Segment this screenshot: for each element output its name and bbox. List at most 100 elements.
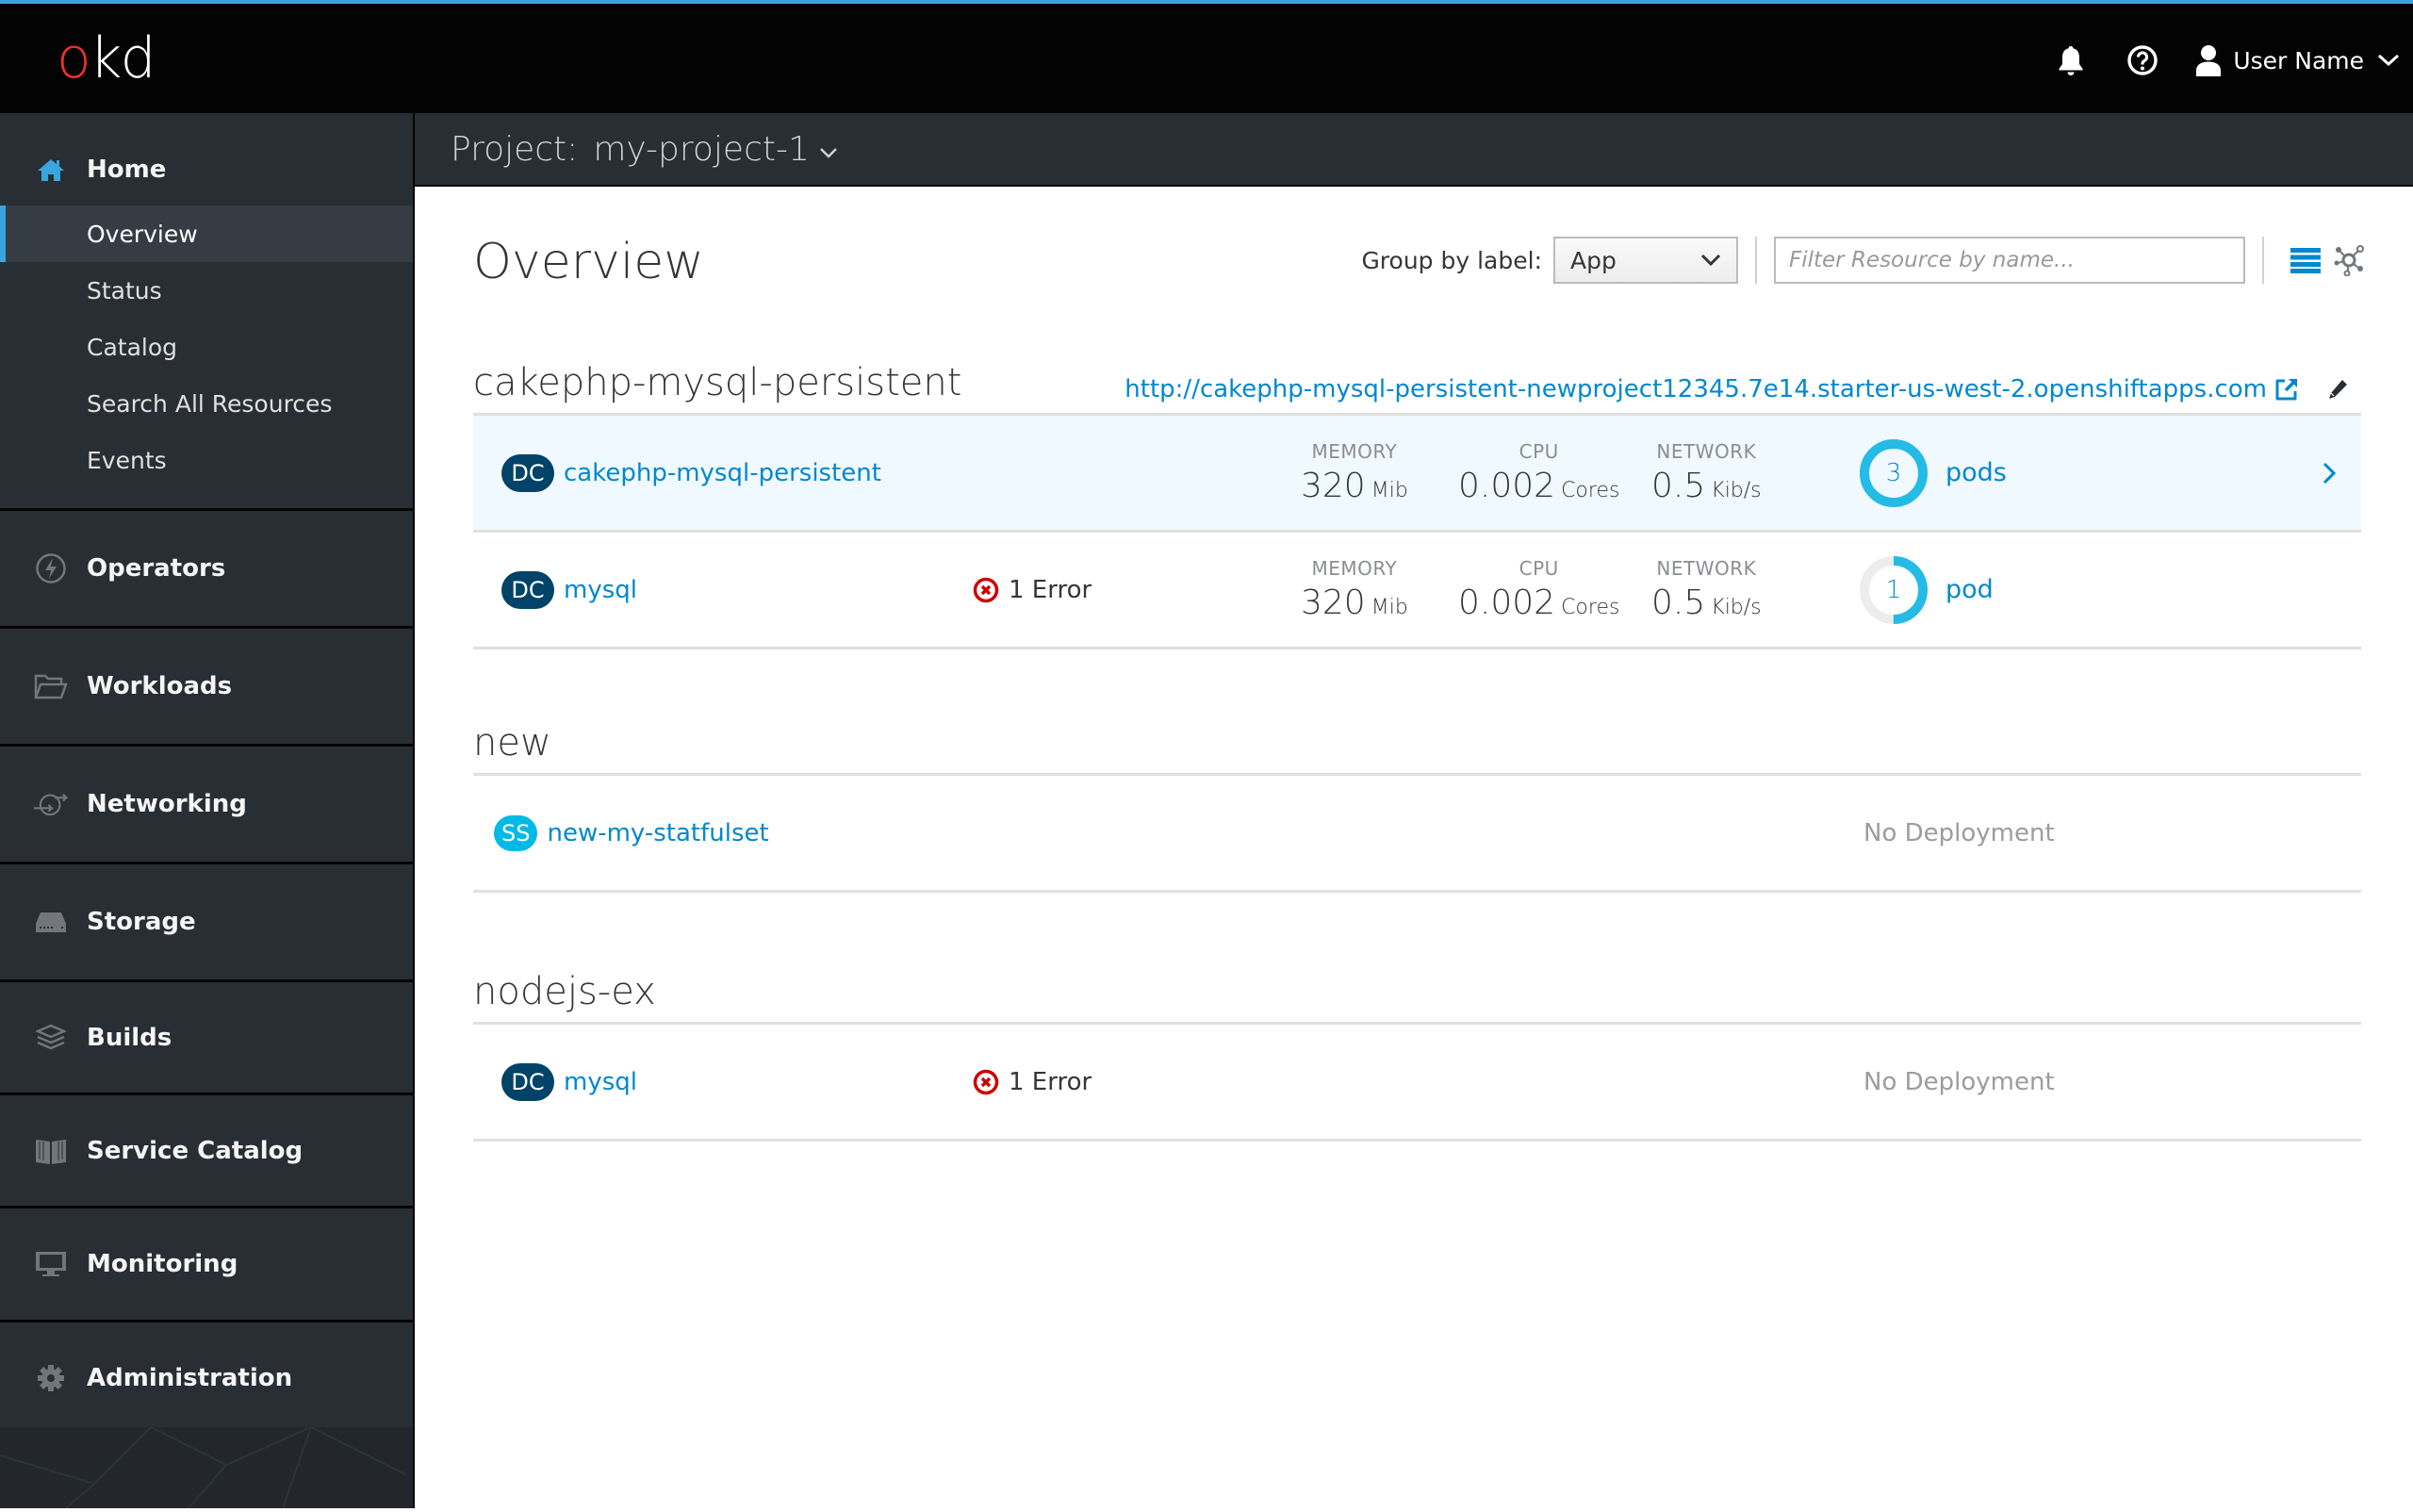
memory-label: MEMORY: [1311, 557, 1398, 580]
deployment-status: No Deployment: [1863, 818, 2055, 847]
toolbar-divider: [1755, 237, 1757, 284]
resource-row[interactable]: DC cakephp-mysql-persistent MEMORY 320 Mi…: [473, 416, 2361, 533]
pod-label: pods: [1945, 458, 2007, 487]
toolbar-divider: [2262, 237, 2264, 284]
pod-count: 3: [1885, 458, 1902, 487]
nav-service-catalog[interactable]: Service Catalog: [0, 1095, 413, 1206]
help-icon[interactable]: [2124, 41, 2161, 79]
cpu-metric: CPU 0.002 Cores: [1458, 557, 1619, 622]
nav-operators[interactable]: Operators: [0, 511, 413, 626]
okd-logo[interactable]: okd: [57, 30, 156, 87]
list-view-icon: [2290, 248, 2321, 273]
nav-builds-label: Builds: [87, 1023, 172, 1052]
nav-section-monitoring: Monitoring: [0, 1208, 413, 1323]
memory-label: MEMORY: [1311, 440, 1398, 463]
group-by-select[interactable]: App: [1553, 237, 1738, 284]
nav-monitoring[interactable]: Monitoring: [0, 1208, 413, 1320]
topology-icon: [2334, 245, 2364, 276]
nav-home[interactable]: Home: [0, 113, 413, 205]
filter-resource-input[interactable]: [1774, 237, 2245, 284]
nav-section-builds: Builds: [0, 982, 413, 1095]
bolt-circle-icon: [34, 551, 68, 585]
network-unit: Kib/s: [1711, 596, 1762, 619]
resource-link[interactable]: new-my-statfulset: [547, 819, 768, 847]
group-title: nodejs-ex: [473, 970, 656, 1013]
sidebar-decoration: [0, 1426, 413, 1509]
user-icon: [2196, 45, 2222, 76]
pod-status[interactable]: 3 pods: [1859, 438, 2007, 508]
group-header: new: [473, 716, 2361, 776]
nav-administration-label: Administration: [87, 1363, 293, 1392]
nav-storage[interactable]: Storage: [0, 864, 413, 979]
network-metric: NETWORK 0.5 Kib/s: [1651, 557, 1762, 622]
resource-link[interactable]: mysql: [564, 576, 637, 604]
memory-value: 320: [1301, 583, 1366, 622]
nav-networking-label: Networking: [87, 790, 247, 818]
network-icon: [34, 787, 68, 821]
project-selector[interactable]: Project: my-project-1: [415, 113, 2413, 187]
storage-icon: [34, 905, 68, 939]
chevron-right-icon[interactable]: [2322, 461, 2337, 485]
nav-section-administration: Administration: [0, 1323, 413, 1436]
error-alert[interactable]: 1 Error: [973, 576, 1092, 604]
deployment-status: No Deployment: [1863, 1067, 2055, 1096]
project-name: my-project-1: [593, 129, 810, 169]
group-by-label: Group by label:: [1361, 246, 1542, 274]
masthead: okd User Name: [0, 0, 2413, 113]
network-unit: Kib/s: [1711, 479, 1762, 502]
sidebar-item-status[interactable]: Status: [0, 262, 413, 319]
nav-builds[interactable]: Builds: [0, 982, 413, 1093]
overview-toolbar: Group by label: App: [1361, 236, 2368, 285]
cpu-label: CPU: [1518, 557, 1559, 580]
sidebar-item-search-all-resources[interactable]: Search All Resources: [0, 375, 413, 432]
resource-row[interactable]: DC mysql 1 Error MEMORY 320 Mib CPU 0.002…: [473, 533, 2361, 649]
nav-service-catalog-label: Service Catalog: [87, 1136, 304, 1165]
nav-networking[interactable]: Networking: [0, 747, 413, 862]
memory-unit: Mib: [1371, 479, 1408, 502]
app-group: nodejs-ex DC mysql 1 Error No Deployment: [473, 965, 2361, 1142]
ss-badge: SS: [494, 814, 538, 851]
monitor-icon: [34, 1247, 68, 1281]
sidebar-item-overview[interactable]: Overview: [0, 205, 413, 262]
error-circle-icon: [973, 1069, 999, 1094]
topology-view-button[interactable]: [2330, 241, 2368, 279]
network-metric: NETWORK 0.5 Kib/s: [1651, 440, 1762, 505]
memory-unit: Mib: [1371, 596, 1408, 619]
group-by-value: App: [1570, 246, 1617, 274]
cpu-value: 0.002: [1458, 467, 1556, 505]
cpu-unit: Cores: [1561, 596, 1620, 619]
network-value: 0.5: [1651, 467, 1706, 505]
resource-link[interactable]: cakephp-mysql-persistent: [564, 459, 881, 487]
list-view-button[interactable]: [2287, 241, 2324, 279]
chevron-down-icon: [1700, 254, 1721, 267]
sidebar-item-catalog[interactable]: Catalog: [0, 319, 413, 375]
pod-status[interactable]: 1 pod: [1859, 555, 1994, 625]
pod-count: 1: [1885, 575, 1902, 604]
resource-link[interactable]: mysql: [564, 1068, 637, 1096]
pod-donut: 3: [1859, 438, 1929, 508]
nav-workloads[interactable]: Workloads: [0, 629, 413, 744]
pencil-icon[interactable]: [2327, 379, 2348, 400]
gear-icon: [34, 1361, 68, 1395]
sidebar-item-events[interactable]: Events: [0, 432, 413, 488]
bell-icon[interactable]: [2052, 41, 2090, 79]
nav-storage-label: Storage: [87, 908, 196, 936]
nav-operators-label: Operators: [87, 554, 226, 583]
nav-administration[interactable]: Administration: [0, 1323, 413, 1433]
main-content: Overview Group by label: App cakephp-mys…: [415, 187, 2413, 1508]
dc-badge: DC: [501, 1062, 554, 1101]
error-circle-icon: [973, 577, 999, 602]
external-link-icon[interactable]: [2274, 377, 2299, 402]
group-header: nodejs-ex: [473, 965, 2361, 1025]
home-icon: [34, 153, 68, 187]
cpu-value: 0.002: [1458, 583, 1556, 622]
group-title: new: [473, 721, 551, 764]
route-url-link[interactable]: http://cakephp-mysql-persistent-newproje…: [1124, 375, 2267, 403]
resource-row[interactable]: SS new-my-statfulset No Deployment: [473, 776, 2361, 893]
memory-value: 320: [1301, 467, 1366, 505]
nav-home-label: Home: [87, 156, 167, 184]
resource-row[interactable]: DC mysql 1 Error No Deployment: [473, 1025, 2361, 1142]
user-menu[interactable]: User Name: [2195, 44, 2400, 76]
chevron-down-icon: [820, 148, 837, 158]
error-alert[interactable]: 1 Error: [973, 1068, 1092, 1096]
